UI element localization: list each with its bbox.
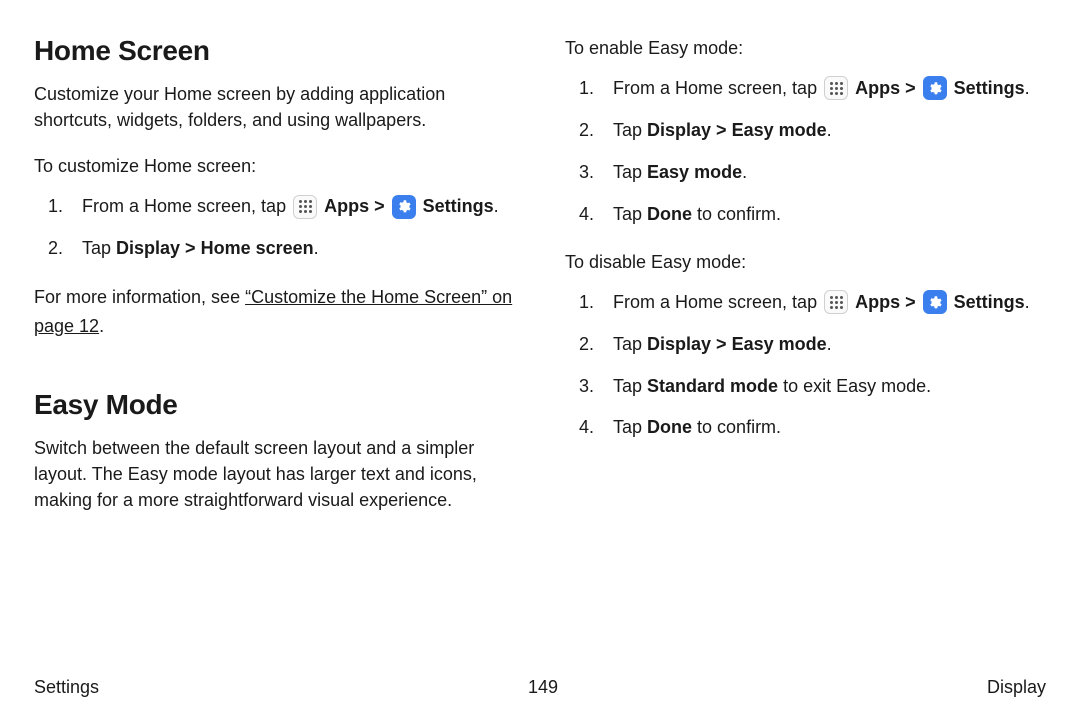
step-text: Tap: [82, 238, 116, 258]
steps-disable: From a Home screen, tap Apps > Settings.…: [565, 289, 1046, 443]
lead-enable: To enable Easy mode:: [565, 35, 1046, 61]
settings-label: Settings: [954, 78, 1025, 98]
step-text: From a Home screen, tap: [613, 78, 822, 98]
page-footer: Settings 149 Display: [34, 677, 1046, 698]
separator: >: [900, 292, 921, 312]
step-bold: Easy mode: [647, 162, 742, 182]
list-item: Tap Display > Easy mode.: [565, 331, 1046, 359]
step-bold: Display > Home screen: [116, 238, 314, 258]
period: .: [827, 334, 832, 354]
apps-icon: [293, 195, 317, 219]
more-info: For more information, see “Customize the…: [34, 283, 515, 341]
period: .: [314, 238, 319, 258]
apps-label: Apps: [324, 196, 369, 216]
list-item: From a Home screen, tap Apps > Settings.: [565, 75, 1046, 103]
footer-right: Display: [987, 677, 1046, 698]
period: .: [1025, 292, 1030, 312]
list-item: Tap Easy mode.: [565, 159, 1046, 187]
lead-customize: To customize Home screen:: [34, 153, 515, 179]
intro-home-screen: Customize your Home screen by adding app…: [34, 81, 515, 133]
list-item: From a Home screen, tap Apps > Settings.: [34, 193, 515, 221]
period: .: [1025, 78, 1030, 98]
intro-easy-mode: Switch between the default screen layout…: [34, 435, 515, 513]
apps-icon: [824, 76, 848, 100]
settings-icon: [392, 195, 416, 219]
step-text: Tap: [613, 334, 647, 354]
footer-page-number: 149: [528, 677, 558, 698]
period: .: [494, 196, 499, 216]
step-bold: Done: [647, 204, 692, 224]
step-bold: Standard mode: [647, 376, 778, 396]
step-post: to confirm.: [692, 417, 781, 437]
list-item: Tap Done to confirm.: [565, 414, 1046, 442]
step-text: Tap: [613, 120, 647, 140]
step-text: Tap: [613, 376, 647, 396]
apps-icon: [824, 290, 848, 314]
left-column: Home Screen Customize your Home screen b…: [34, 35, 515, 533]
settings-icon: [923, 290, 947, 314]
list-item: Tap Display > Home screen.: [34, 235, 515, 263]
apps-label: Apps: [855, 78, 900, 98]
step-post: to exit Easy mode.: [778, 376, 931, 396]
heading-home-screen: Home Screen: [34, 35, 515, 67]
step-text: Tap: [613, 204, 647, 224]
apps-label: Apps: [855, 292, 900, 312]
heading-easy-mode: Easy Mode: [34, 389, 515, 421]
steps-enable: From a Home screen, tap Apps > Settings.…: [565, 75, 1046, 229]
step-bold: Done: [647, 417, 692, 437]
settings-icon: [923, 76, 947, 100]
period: .: [827, 120, 832, 140]
lead-disable: To disable Easy mode:: [565, 249, 1046, 275]
step-text: Tap: [613, 417, 647, 437]
footer-left: Settings: [34, 677, 99, 698]
steps-home-screen: From a Home screen, tap Apps > Settings.…: [34, 193, 515, 263]
separator: >: [369, 196, 390, 216]
period: .: [99, 316, 104, 336]
list-item: Tap Display > Easy mode.: [565, 117, 1046, 145]
list-item: Tap Standard mode to exit Easy mode.: [565, 373, 1046, 401]
list-item: From a Home screen, tap Apps > Settings.: [565, 289, 1046, 317]
step-bold: Display > Easy mode: [647, 120, 827, 140]
period: .: [742, 162, 747, 182]
step-text: Tap: [613, 162, 647, 182]
separator: >: [900, 78, 921, 98]
settings-label: Settings: [423, 196, 494, 216]
step-bold: Display > Easy mode: [647, 334, 827, 354]
list-item: Tap Done to confirm.: [565, 201, 1046, 229]
step-text: From a Home screen, tap: [613, 292, 822, 312]
right-column: To enable Easy mode: From a Home screen,…: [565, 35, 1046, 533]
settings-label: Settings: [954, 292, 1025, 312]
step-text: From a Home screen, tap: [82, 196, 291, 216]
more-pre: For more information, see: [34, 287, 245, 307]
step-post: to confirm.: [692, 204, 781, 224]
